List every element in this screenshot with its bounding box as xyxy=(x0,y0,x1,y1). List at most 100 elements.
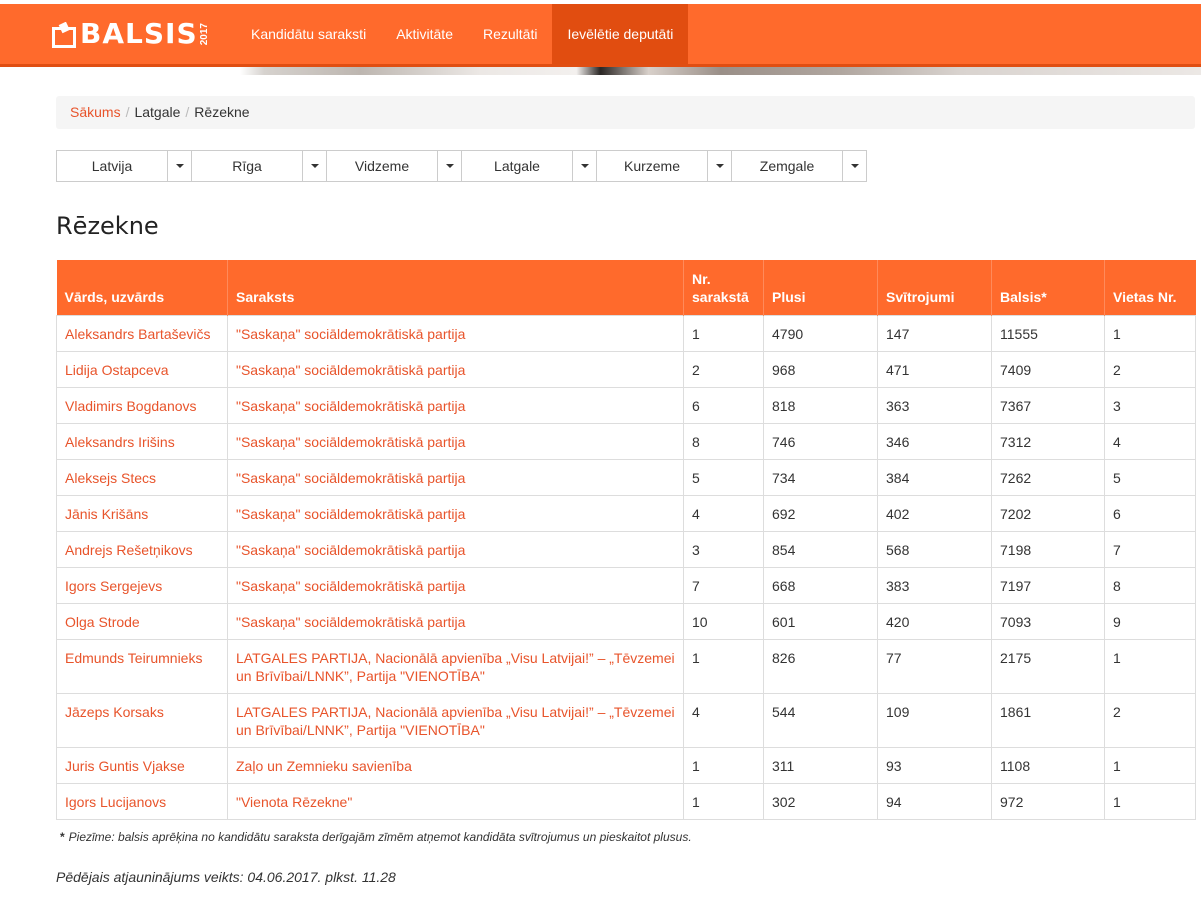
pluses: 601 xyxy=(763,602,878,640)
candidate-name-link[interactable]: Igors Sergejevs xyxy=(56,566,228,604)
party-list-link[interactable]: "Saskaņa" sociāldemokrātiskā partija xyxy=(227,566,684,604)
candidate-name-link[interactable]: Vladimirs Bogdanovs xyxy=(56,386,228,424)
footnote-marker: * xyxy=(60,830,65,844)
column-header-seat-number[interactable]: Vietas Nr. xyxy=(1104,260,1196,315)
strikeouts: 568 xyxy=(877,530,992,568)
pluses: 4790 xyxy=(763,314,878,352)
hero-image-strip xyxy=(0,67,1201,75)
party-list-link[interactable]: LATGALES PARTIJA, Nacionālā apvienība „V… xyxy=(227,638,684,694)
party-list-link[interactable]: "Saskaņa" sociāldemokrātiskā partija xyxy=(227,314,684,352)
pluses: 302 xyxy=(763,782,878,820)
caret-down-icon[interactable] xyxy=(438,151,461,181)
nav-results[interactable]: Rezultāti xyxy=(468,4,552,64)
logo-year: 2017 xyxy=(198,22,210,46)
votes: 7312 xyxy=(991,422,1105,460)
nav-elected-deputies[interactable]: Ievēlētie deputāti xyxy=(552,4,689,64)
list-number: 3 xyxy=(683,530,764,568)
region-label[interactable]: Kurzeme xyxy=(597,151,708,181)
candidate-name-link[interactable]: Aleksejs Stecs xyxy=(56,458,228,496)
nav-activity[interactable]: Aktivitāte xyxy=(381,4,468,64)
candidate-name-link[interactable]: Andrejs Rešetņikovs xyxy=(56,530,228,568)
region-label[interactable]: Latgale xyxy=(462,151,573,181)
region-dropdown-zemgale[interactable]: Zemgale xyxy=(731,150,867,182)
party-list-link[interactable]: "Vienota Rēzekne" xyxy=(227,782,684,820)
region-dropdown-latvija[interactable]: Latvija xyxy=(56,150,192,182)
table-row: Lidija Ostapceva "Saskaņa" sociāldemokrāt… xyxy=(56,350,1196,388)
list-number: 1 xyxy=(683,746,764,784)
candidate-name-link[interactable]: Jāzeps Korsaks xyxy=(56,692,228,748)
caret-down-icon[interactable] xyxy=(303,151,326,181)
region-label[interactable]: Rīga xyxy=(192,151,303,181)
seat-number: 4 xyxy=(1104,422,1196,460)
pluses: 826 xyxy=(763,638,878,694)
column-header-strikeouts[interactable]: Svītrojumi xyxy=(877,260,992,315)
table-row: Igors Lucijanovs "Vienota Rēzekne" 1 302 94 9… xyxy=(56,782,1196,820)
pluses: 544 xyxy=(763,692,878,748)
party-list-link[interactable]: Zaļo un Zemnieku savienība xyxy=(227,746,684,784)
breadcrumb-current: Rēzekne xyxy=(194,104,250,120)
candidate-name-link[interactable]: Edmunds Teirumnieks xyxy=(56,638,228,694)
candidate-name-link[interactable]: Olga Strode xyxy=(56,602,228,640)
strikeouts: 384 xyxy=(877,458,992,496)
ballot-box-icon xyxy=(52,22,76,48)
pluses: 818 xyxy=(763,386,878,424)
caret-down-icon[interactable] xyxy=(168,151,191,181)
table-row: Juris Guntis Vjakse Zaļo un Zemnieku savi… xyxy=(56,746,1196,784)
list-number: 1 xyxy=(683,638,764,694)
breadcrumb-home-link[interactable]: Sākums xyxy=(70,104,121,120)
party-list-link[interactable]: "Saskaņa" sociāldemokrātiskā partija xyxy=(227,458,684,496)
party-list-link[interactable]: "Saskaņa" sociāldemokrātiskā partija xyxy=(227,494,684,532)
column-header-list[interactable]: Saraksts xyxy=(227,260,684,315)
column-header-name[interactable]: Vārds, uzvārds xyxy=(56,260,228,315)
region-dropdown-riga[interactable]: Rīga xyxy=(191,150,327,182)
seat-number: 9 xyxy=(1104,602,1196,640)
party-list-link[interactable]: "Saskaņa" sociāldemokrātiskā partija xyxy=(227,350,684,388)
region-label[interactable]: Zemgale xyxy=(732,151,843,181)
table-row: Andrejs Rešetņikovs "Saskaņa" sociāldemok… xyxy=(56,530,1196,568)
seat-number: 2 xyxy=(1104,350,1196,388)
pluses: 668 xyxy=(763,566,878,604)
votes: 1108 xyxy=(991,746,1105,784)
strikeouts: 109 xyxy=(877,692,992,748)
region-label[interactable]: Vidzeme xyxy=(327,151,438,181)
party-list-link[interactable]: "Saskaņa" sociāldemokrātiskā partija xyxy=(227,530,684,568)
strikeouts: 363 xyxy=(877,386,992,424)
caret-down-icon[interactable] xyxy=(573,151,596,181)
table-row: Aleksejs Stecs "Saskaņa" sociāldemokrātis… xyxy=(56,458,1196,496)
candidate-name-link[interactable]: Aleksandrs Bartaševičs xyxy=(56,314,228,352)
votes: 7202 xyxy=(991,494,1105,532)
candidate-name-link[interactable]: Igors Lucijanovs xyxy=(56,782,228,820)
column-header-pluses[interactable]: Plusi xyxy=(763,260,878,315)
nav-candidate-lists[interactable]: Kandidātu saraksti xyxy=(236,4,381,64)
candidate-name-link[interactable]: Lidija Ostapceva xyxy=(56,350,228,388)
seat-number: 1 xyxy=(1104,314,1196,352)
caret-down-icon[interactable] xyxy=(708,151,731,181)
pluses: 734 xyxy=(763,458,878,496)
candidate-name-link[interactable]: Aleksandrs Irišins xyxy=(56,422,228,460)
pluses: 854 xyxy=(763,530,878,568)
party-list-link[interactable]: "Saskaņa" sociāldemokrātiskā partija xyxy=(227,602,684,640)
brand-logo[interactable]: BALSIS 2017 xyxy=(52,16,210,52)
votes: 2175 xyxy=(991,638,1105,694)
party-list-link[interactable]: "Saskaņa" sociāldemokrātiskā partija xyxy=(227,386,684,424)
region-label[interactable]: Latvija xyxy=(57,151,168,181)
candidate-name-link[interactable]: Juris Guntis Vjakse xyxy=(56,746,228,784)
footnote: * Piezīme: balsis aprēķina no kandidātu s… xyxy=(60,830,692,844)
column-header-votes[interactable]: Balsis* xyxy=(991,260,1105,315)
region-dropdown-vidzeme[interactable]: Vidzeme xyxy=(326,150,462,182)
seat-number: 8 xyxy=(1104,566,1196,604)
strikeouts: 94 xyxy=(877,782,992,820)
party-list-link[interactable]: LATGALES PARTIJA, Nacionālā apvienība „V… xyxy=(227,692,684,748)
column-header-list-number[interactable]: Nr. sarakstā xyxy=(683,260,764,315)
region-dropdown-group: Latvija Rīga Vidzeme Latgale Kurzeme Zem… xyxy=(56,150,867,182)
candidate-name-link[interactable]: Jānis Krišāns xyxy=(56,494,228,532)
seat-number: 5 xyxy=(1104,458,1196,496)
region-dropdown-latgale[interactable]: Latgale xyxy=(461,150,597,182)
strikeouts: 77 xyxy=(877,638,992,694)
table-row: Igors Sergejevs "Saskaņa" sociāldemokrāti… xyxy=(56,566,1196,604)
caret-down-icon[interactable] xyxy=(843,151,866,181)
votes: 7409 xyxy=(991,350,1105,388)
region-dropdown-kurzeme[interactable]: Kurzeme xyxy=(596,150,732,182)
party-list-link[interactable]: "Saskaņa" sociāldemokrātiskā partija xyxy=(227,422,684,460)
main-nav: Kandidātu saraksti Aktivitāte Rezultāti … xyxy=(236,4,689,64)
